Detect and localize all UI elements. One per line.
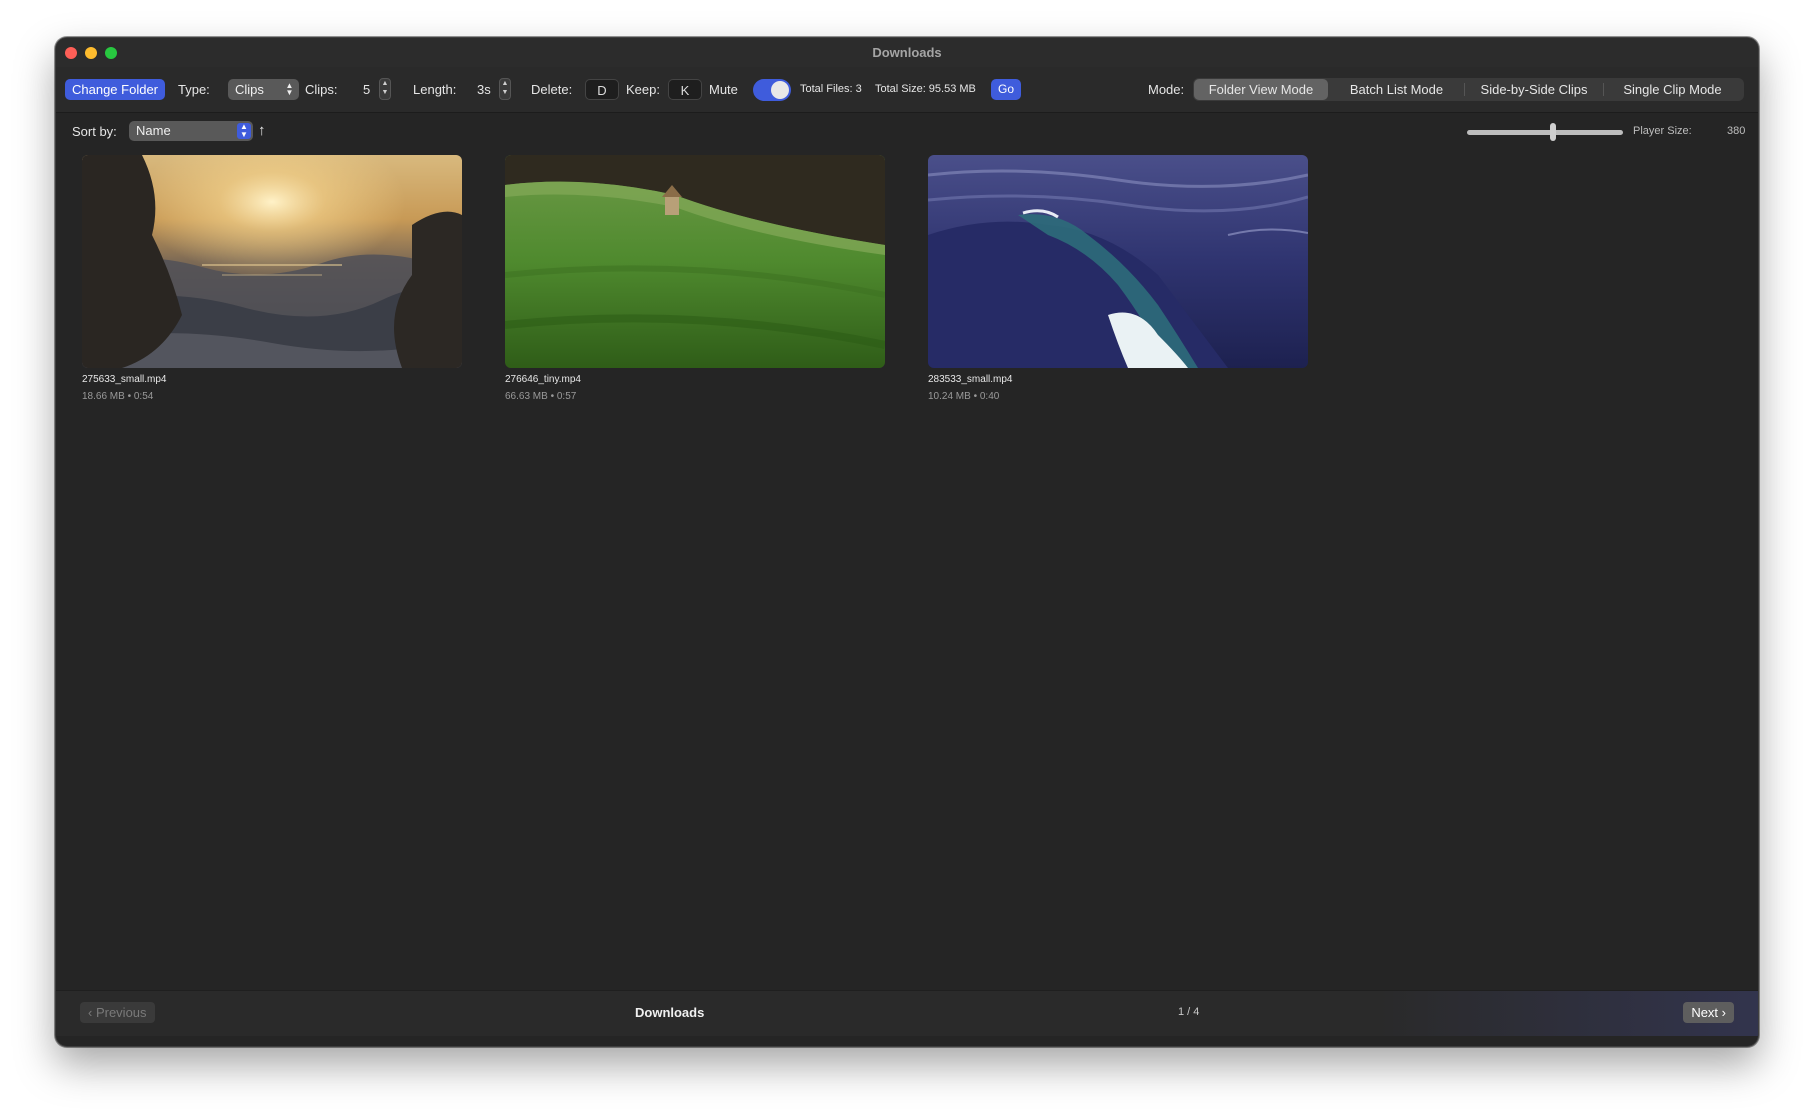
clip-meta: 18.66 MB • 0:54 [82, 391, 154, 402]
toggle-knob [771, 81, 789, 99]
type-label: Type: [178, 82, 210, 97]
mode-batch-list[interactable]: Batch List Mode [1329, 78, 1464, 101]
length-stepper[interactable]: ▲ ▼ [499, 78, 511, 100]
player-size-label: Player Size: [1633, 125, 1692, 137]
sort-label: Sort by: [72, 124, 117, 139]
window-title: Downloads [872, 45, 942, 60]
next-label: Next [1691, 1005, 1719, 1020]
chevron-left-icon: ‹ [88, 1005, 96, 1020]
video-thumbnail[interactable] [505, 155, 885, 368]
length-value: 3s [477, 82, 491, 97]
next-button[interactable]: Next › [1683, 1002, 1734, 1023]
clip-card[interactable]: 275633_small.mp4 18.66 MB • 0:54 [82, 155, 462, 404]
toolbar: Change Folder Type: Clips ▲ ▼ Clips: 5 ▲ ▼… [56, 67, 1758, 113]
previous-button[interactable]: ‹ Previous [80, 1002, 155, 1023]
footer-bar: ‹ Previous Downloads 1 / 4 Next › [56, 990, 1758, 1036]
chevron-right-icon: › [1718, 1005, 1726, 1020]
sunset-sea-image [82, 155, 462, 368]
delete-label: Delete: [531, 82, 573, 97]
clip-filename: 275633_small.mp4 [82, 374, 167, 385]
ocean-wave-image [928, 155, 1308, 368]
player-size-slider[interactable] [1467, 130, 1623, 135]
type-select-value: Clips [235, 82, 264, 97]
mode-label: Mode: [1148, 82, 1185, 97]
keep-key-field[interactable]: K [668, 79, 702, 100]
keep-label: Keep: [626, 82, 660, 97]
clips-value: 5 [363, 82, 371, 97]
player-size-slider-knob[interactable] [1550, 123, 1556, 141]
total-files-text: Total Files: 3 [800, 83, 862, 95]
type-select[interactable]: Clips ▲ ▼ [228, 79, 299, 100]
clip-meta: 10.24 MB • 0:40 [928, 391, 1000, 402]
total-size-text: Total Size: 95.53 MB [875, 83, 976, 95]
video-thumbnail[interactable] [82, 155, 462, 368]
clip-card[interactable]: 283533_small.mp4 10.24 MB • 0:40 [928, 155, 1308, 404]
mute-toggle[interactable] [753, 79, 791, 101]
player-size-value: 380 [1727, 125, 1746, 137]
delete-key-field[interactable]: D [585, 79, 619, 100]
clip-filename: 276646_tiny.mp4 [505, 374, 581, 385]
title-bar: Downloads [56, 38, 1758, 67]
arrow-up-icon[interactable]: ↑ [258, 120, 266, 141]
mode-side-by-side[interactable]: Side-by-Side Clips [1465, 78, 1603, 101]
clip-filename: 283533_small.mp4 [928, 374, 1013, 385]
video-thumbnail[interactable] [928, 155, 1308, 368]
clip-card[interactable]: 276646_tiny.mp4 66.63 MB • 0:57 [505, 155, 885, 404]
sort-select[interactable]: Name ▲ ▼ [129, 121, 253, 141]
mode-folder-view[interactable]: Folder View Mode [1194, 79, 1328, 100]
mode-single-clip[interactable]: Single Clip Mode [1604, 78, 1741, 101]
mute-label: Mute [709, 82, 738, 97]
clip-meta: 66.63 MB • 0:57 [505, 391, 577, 402]
app-window: Downloads Change Folder Type: Clips ▲ ▼ C… [55, 37, 1759, 1047]
previous-label: Previous [95, 1005, 147, 1020]
clips-stepper[interactable]: ▲ ▼ [379, 78, 391, 100]
sort-select-value: Name [136, 123, 171, 138]
go-button[interactable]: Go [991, 79, 1022, 100]
sort-bar: Sort by: Name ▲ ▼ ↑ Player Size: 380 [56, 113, 1758, 150]
chevron-updown-icon: ▲ ▼ [237, 123, 251, 139]
length-label: Length: [413, 82, 457, 97]
clips-label: Clips: [305, 82, 338, 97]
meadow-image [505, 155, 885, 368]
footer-folder-name: Downloads [635, 1005, 705, 1020]
mode-segmented-control: Folder View Mode Batch List Mode Side-by… [1193, 78, 1744, 101]
page-indicator: 1 / 4 [1178, 1006, 1200, 1018]
change-folder-button[interactable]: Change Folder [65, 79, 165, 100]
chevron-updown-icon: ▲ ▼ [285, 81, 294, 97]
